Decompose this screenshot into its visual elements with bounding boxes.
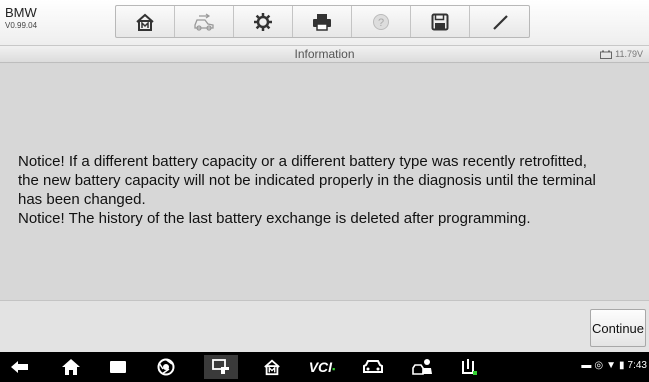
house-icon xyxy=(62,359,80,375)
footer-bar: Continue xyxy=(0,300,649,352)
mechanic-car-icon xyxy=(412,359,432,375)
back-button[interactable] xyxy=(5,355,35,379)
message-icon: ▬ xyxy=(581,360,592,371)
android-home-button[interactable] xyxy=(56,355,86,379)
home-icon xyxy=(264,359,280,376)
print-button[interactable] xyxy=(293,6,352,37)
remote-desk-icon xyxy=(212,359,229,374)
battery-icon xyxy=(600,50,613,59)
mechanic-button[interactable] xyxy=(407,355,437,379)
battery-status-icon: ▮ xyxy=(619,360,625,371)
car-swap-icon xyxy=(194,13,214,31)
save-button[interactable] xyxy=(411,6,470,37)
information-panel: Notice! If a different battery capacity … xyxy=(0,64,649,300)
settings-button[interactable] xyxy=(234,6,293,37)
wifi-icon: ▼ xyxy=(606,360,617,371)
system-navigation-bar: VCI▪ ▬ ◎ ▼ ▮ 7:43 xyxy=(0,352,649,382)
status-area: ▬ ◎ ▼ ▮ 7:43 xyxy=(581,360,647,371)
help-button[interactable]: ? xyxy=(352,6,411,37)
update-icon xyxy=(462,359,477,375)
help-icon: ? xyxy=(373,13,389,30)
svg-text:?: ? xyxy=(378,17,384,29)
printer-icon xyxy=(313,13,331,31)
alarm-icon: ◎ xyxy=(594,360,604,371)
home-button[interactable] xyxy=(116,6,175,37)
page-title: Information xyxy=(294,47,355,61)
vehicle-info: BMW V0.99.04 xyxy=(5,6,75,32)
save-icon xyxy=(431,13,449,30)
top-toolbar: BMW V0.99.04 ? xyxy=(0,0,649,46)
voltage-value: 11.79V xyxy=(615,49,643,59)
browser-icon xyxy=(157,358,175,376)
remote-desk-button[interactable] xyxy=(204,355,238,379)
title-bar: Information 11.79V xyxy=(0,46,649,63)
diagnostics-home-button[interactable] xyxy=(257,355,287,379)
battery-voltage: 11.79V xyxy=(600,49,643,59)
vci-button[interactable]: VCI▪ xyxy=(302,355,342,379)
back-icon xyxy=(11,361,28,373)
vci-status-icon: ▪ xyxy=(332,364,336,374)
software-version: V0.99.04 xyxy=(5,21,38,30)
recent-apps-icon xyxy=(110,361,126,373)
browser-button[interactable] xyxy=(151,355,181,379)
notice-text: Notice! If a different battery capacity … xyxy=(18,153,596,227)
data-logging-button[interactable] xyxy=(470,6,529,37)
vci-label: VCI▪ xyxy=(308,359,336,375)
car-icon xyxy=(363,360,383,373)
update-button[interactable] xyxy=(453,355,483,379)
gear-icon xyxy=(254,12,272,31)
home-icon xyxy=(136,13,154,31)
vehicle-swap-button[interactable] xyxy=(175,6,234,37)
recent-apps-button[interactable] xyxy=(103,355,133,379)
pen-icon xyxy=(492,14,508,30)
continue-button[interactable]: Continue xyxy=(590,309,646,347)
toolbar-button-group: ? xyxy=(115,5,530,38)
clock: 7:43 xyxy=(627,360,647,371)
vehicle-button[interactable] xyxy=(358,355,388,379)
brand-name: BMW xyxy=(5,5,37,20)
